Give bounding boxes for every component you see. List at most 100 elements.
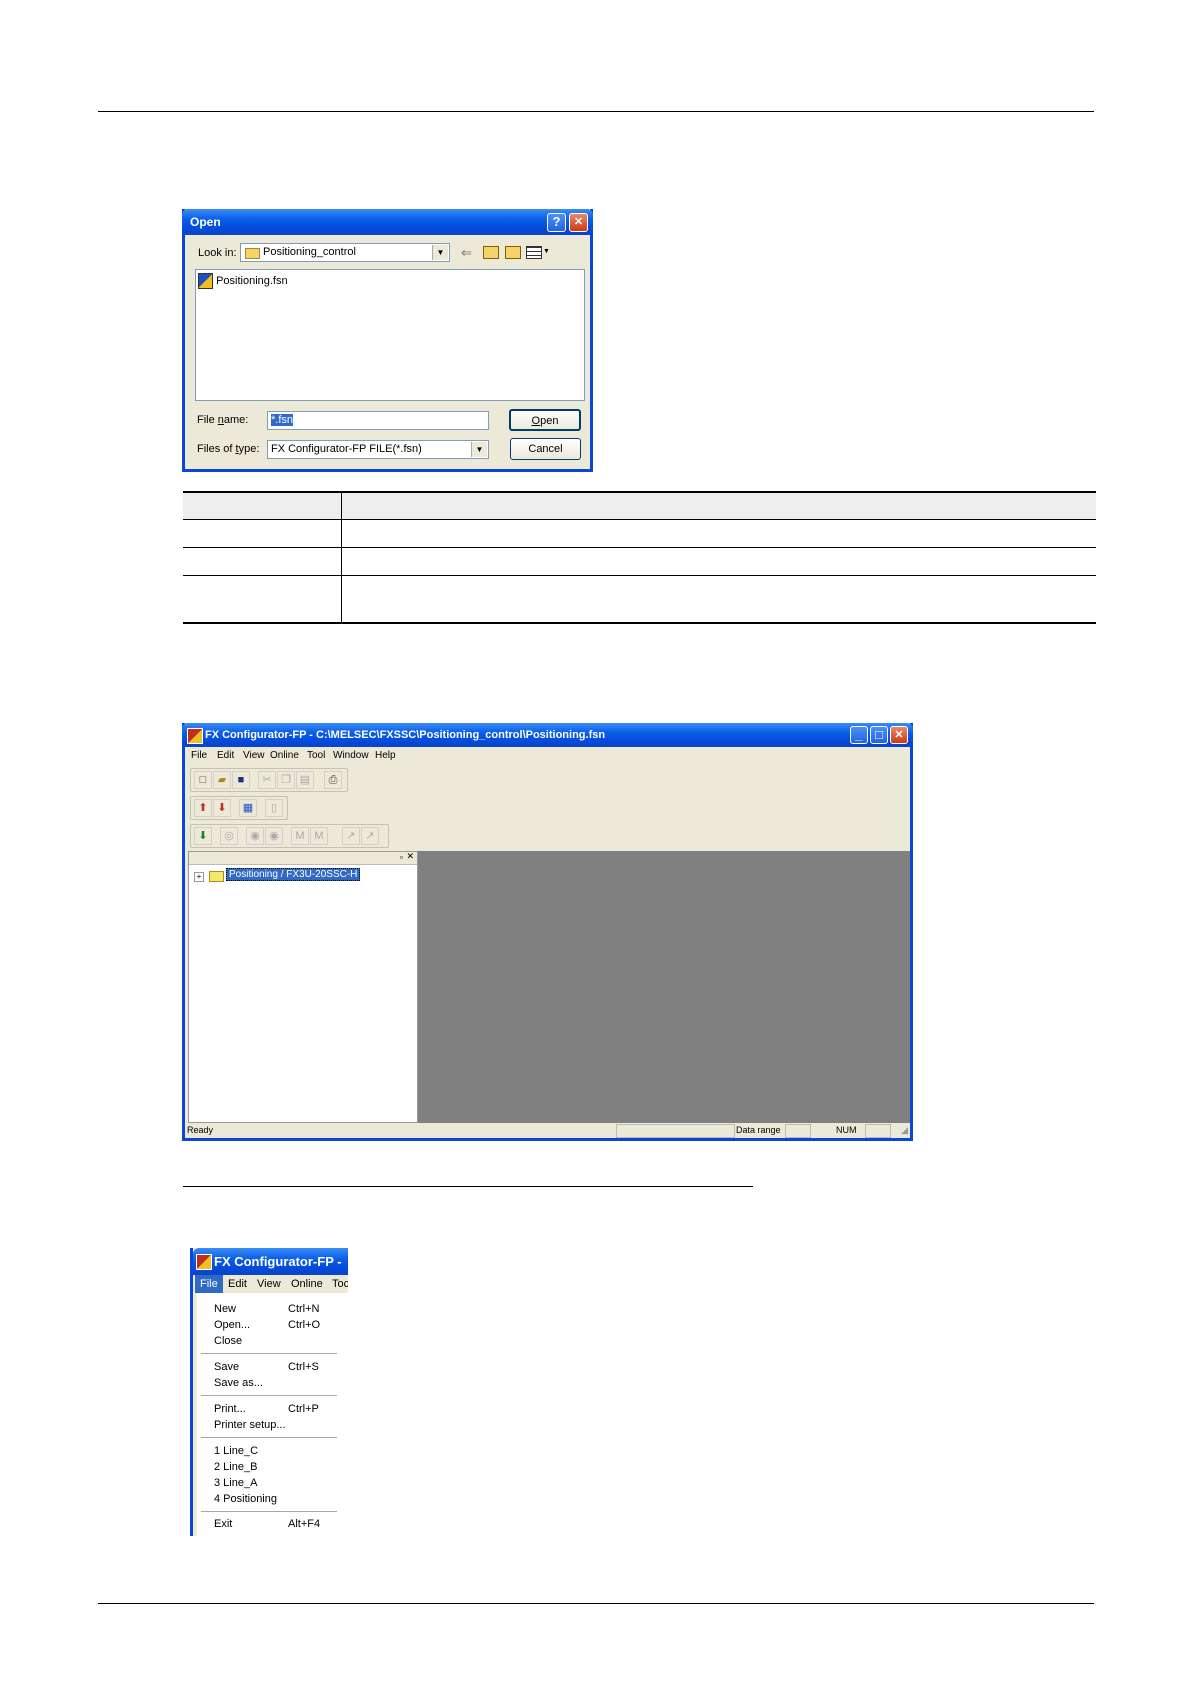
menu-item-exit[interactable]: Exit [214, 1518, 232, 1530]
back-icon[interactable]: ⇐ [461, 245, 472, 261]
jog-minus-icon[interactable]: ◉ [265, 827, 283, 845]
main-close-button[interactable]: ✕ [890, 726, 908, 744]
open-dialog-titlebar: Open ? ✕ [182, 209, 593, 235]
project-folder-icon [209, 871, 224, 882]
menu-item-recent-2[interactable]: 2 Line_B [214, 1461, 257, 1473]
menu-help[interactable]: Help [375, 747, 396, 765]
shortcut-exit: Alt+F4 [288, 1518, 321, 1530]
menu-item-print[interactable]: Print... [214, 1403, 246, 1415]
menu-separator [201, 1353, 337, 1354]
new-file-icon[interactable]: □ [194, 771, 212, 789]
maximize-button[interactable]: □ [870, 726, 888, 744]
menu-window[interactable]: Window [333, 747, 369, 765]
menu-item-recent-3[interactable]: 3 Line_A [214, 1477, 257, 1489]
tool-2-icon[interactable]: ↗ [361, 827, 379, 845]
view-menu-icon[interactable] [526, 246, 542, 259]
file-name-field[interactable]: *.fsn [267, 411, 489, 430]
up-folder-icon[interactable] [483, 246, 499, 259]
status-bar: Ready Data range NUM ◢ [185, 1123, 910, 1138]
look-in-value: Positioning_control [263, 246, 356, 258]
shortcut-print: Ctrl+P [288, 1403, 319, 1415]
status-pane [865, 1124, 891, 1138]
minimize-button[interactable]: _ [850, 726, 868, 744]
header-rule [98, 111, 1094, 112]
tree-item-positioning[interactable]: Positioning / FX3U-20SSC-H [226, 868, 361, 881]
chevron-down-icon[interactable]: ▼ [432, 245, 448, 260]
view-menu-arrow-icon[interactable]: ▼ [543, 248, 550, 255]
open-dialog: Open ? ✕ Look in: Positioning_control ▼ … [182, 209, 593, 472]
close-button[interactable]: ✕ [569, 213, 588, 232]
menu-file-active[interactable]: File [195, 1275, 223, 1293]
table-row [183, 548, 1096, 576]
tool-1-icon[interactable]: ↗ [342, 827, 360, 845]
print-icon[interactable]: ⎙ [324, 771, 342, 789]
file-dropdown: New Ctrl+N Open... Ctrl+O Close Save Ctr… [193, 1293, 348, 1536]
resize-grip-icon[interactable]: ◢ [901, 1123, 908, 1138]
paste-icon[interactable]: ▤ [296, 771, 314, 789]
menu-view[interactable]: View [243, 747, 265, 765]
file-name-label: File name: [197, 414, 249, 426]
menu-view[interactable]: View [257, 1275, 281, 1293]
app-icon [196, 1254, 212, 1270]
menu-separator [201, 1437, 337, 1438]
menu-edit[interactable]: Edit [217, 747, 234, 765]
toolbar-transfer: ⬆ ⬇ ▦ ▯ [190, 796, 288, 820]
menu-edit[interactable]: Edit [228, 1275, 247, 1293]
look-in-combo[interactable]: Positioning_control ▼ [240, 243, 450, 262]
expand-icon[interactable]: + [194, 872, 204, 882]
panel-close-icon[interactable]: ✕ [406, 851, 414, 862]
section-rule [183, 1186, 753, 1187]
menu-item-recent-1[interactable]: 1 Line_C [214, 1445, 258, 1457]
file-name-text: Positioning.fsn [216, 274, 288, 287]
menu-item-save-as[interactable]: Save as... [214, 1377, 263, 1389]
menu-item-printer-setup[interactable]: Printer setup... [214, 1419, 286, 1431]
menu-file[interactable]: File [191, 747, 207, 765]
file-menu-titlebar: FX Configurator-FP - [193, 1248, 348, 1275]
look-in-label: Look in: [198, 247, 237, 259]
open-file-icon[interactable]: ▰ [213, 771, 231, 789]
main-window: FX Configurator-FP - C:\MELSEC\FXSSC\Pos… [182, 723, 913, 1141]
menu-tool[interactable]: Toc [332, 1275, 348, 1293]
write-plc-icon[interactable]: ⬇ [213, 799, 231, 817]
read-plc-icon[interactable]: ⬆ [194, 799, 212, 817]
project-tree-panel: ▫ ✕ + Positioning / FX3U-20SSC-H [188, 851, 418, 1123]
shortcut-save: Ctrl+S [288, 1361, 319, 1373]
cut-icon[interactable]: ✂ [258, 771, 276, 789]
panel-restore-icon[interactable]: ▫ [400, 852, 403, 862]
menu-item-close[interactable]: Close [214, 1335, 242, 1347]
fsn-file-icon [198, 273, 213, 289]
save-icon[interactable]: ■ [232, 771, 250, 789]
monitor-icon[interactable]: ▯ [265, 799, 283, 817]
files-of-type-label: Files of type: [197, 443, 260, 455]
copy-icon[interactable]: ❐ [277, 771, 295, 789]
menu-separator [201, 1511, 337, 1512]
footer-rule [98, 1603, 1094, 1604]
file-menu-bar: File Edit View Online Toc [193, 1275, 348, 1293]
verify-icon[interactable]: ▦ [239, 799, 257, 817]
status-data-range: Data range [736, 1125, 781, 1135]
help-button[interactable]: ? [547, 213, 566, 232]
file-list-item[interactable]: Positioning.fsn [198, 273, 288, 289]
chevron-down-icon[interactable]: ▼ [471, 442, 487, 457]
toolbar-online: ⬇ ◎ ◉ ◉ M M ↗ ↗ [190, 824, 389, 848]
file-list[interactable]: Positioning.fsn [195, 269, 585, 401]
new-folder-icon[interactable] [505, 246, 521, 259]
files-of-type-value: FX Configurator-FP FILE(*.fsn) [271, 443, 422, 455]
jog-plus-icon[interactable]: ◉ [246, 827, 264, 845]
menu-online[interactable]: Online [291, 1275, 323, 1293]
menu-item-new[interactable]: New [214, 1303, 236, 1315]
monitor-m1-icon[interactable]: M [291, 827, 309, 845]
files-of-type-combo[interactable]: FX Configurator-FP FILE(*.fsn) ▼ [267, 440, 489, 459]
status-pane [616, 1124, 735, 1138]
monitor-m2-icon[interactable]: M [310, 827, 328, 845]
menu-online[interactable]: Online [270, 747, 299, 765]
menu-item-save[interactable]: Save [214, 1361, 239, 1373]
cancel-button[interactable]: Cancel [510, 438, 581, 460]
menu-item-recent-4[interactable]: 4 Positioning [214, 1493, 277, 1505]
download-icon[interactable]: ⬇ [194, 827, 212, 845]
test-icon[interactable]: ◎ [220, 827, 238, 845]
file-menu-window-title: FX Configurator-FP - [214, 1254, 342, 1269]
menu-tool[interactable]: Tool [307, 747, 325, 765]
open-button[interactable]: Open [509, 409, 581, 431]
menu-item-open[interactable]: Open... [214, 1319, 250, 1331]
